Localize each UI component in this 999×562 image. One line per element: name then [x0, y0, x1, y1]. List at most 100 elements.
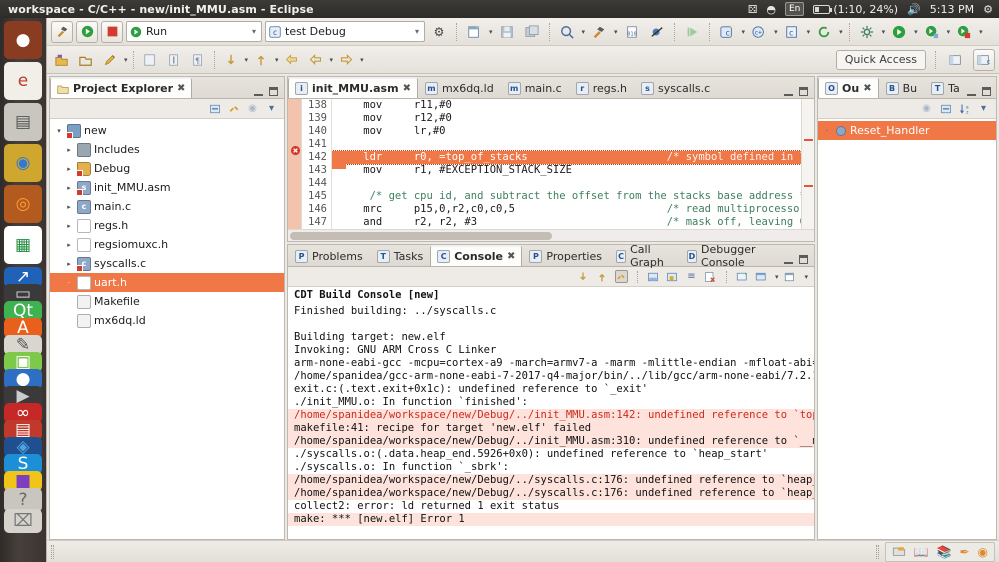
- clock[interactable]: 5:13 PM: [930, 3, 974, 16]
- view-menu-icon[interactable]: ▾: [977, 102, 990, 115]
- scroll-lock-icon[interactable]: [614, 270, 628, 283]
- tree-item-includes[interactable]: ▸ Includes: [50, 140, 284, 159]
- chevron-down-icon[interactable]: ▾: [582, 28, 586, 36]
- code-lines[interactable]: mov r11,#0 mov r12,#0 mov lr,#0 ldr r0, …: [332, 99, 801, 229]
- forward-icon[interactable]: [335, 49, 357, 71]
- previous-annotation-icon[interactable]: ¶: [187, 49, 209, 71]
- close-icon[interactable]: ✖: [863, 83, 871, 94]
- project-tree[interactable]: ▾ new ▸ Includes ▸ Debug ▸ s init_MMU.asm ▸ c main.…: [50, 119, 284, 539]
- launcher-item-google-chrome[interactable]: ◉: [4, 144, 42, 182]
- resource-perspective-icon[interactable]: 📖: [914, 545, 929, 559]
- maximize-icon[interactable]: [269, 87, 278, 96]
- tree-item-new[interactable]: ▾ new: [50, 121, 284, 140]
- view-menu-icon[interactable]: ▾: [265, 102, 278, 115]
- clear-console-icon[interactable]: [647, 270, 660, 283]
- new-console-icon[interactable]: [784, 270, 797, 283]
- launcher-item-libreoffice-calc[interactable]: ▦: [4, 226, 42, 264]
- gear-icon[interactable]: ⚙: [983, 4, 993, 15]
- chevron-down-icon[interactable]: ▾: [413, 27, 421, 36]
- cpp-perspective-icon[interactable]: ✒: [959, 545, 969, 559]
- chevron-down-icon[interactable]: ▾: [914, 28, 918, 36]
- pin-console-icon[interactable]: [755, 270, 768, 283]
- debug-icon[interactable]: [921, 21, 943, 43]
- unity-launcher[interactable]: ● e ▤ ◉ ◎ ▦ ↗ ▭ Qt A ✎ ▣ ● ▶ ∞ ▤ ◈ S ■? ⌧: [0, 18, 46, 562]
- volume-icon[interactable]: 🔊: [907, 4, 921, 15]
- lock-scroll-icon[interactable]: [666, 270, 679, 283]
- tab-main-c[interactable]: m main.c: [501, 77, 569, 98]
- close-icon[interactable]: ✖: [403, 83, 411, 94]
- expand-arrow-icon[interactable]: ▸: [64, 241, 74, 249]
- expand-arrow-icon[interactable]: ▸: [64, 146, 74, 154]
- tab-debugger-console[interactable]: D Debugger Console: [680, 243, 784, 269]
- tree-item-main-c[interactable]: ▸ c main.c: [50, 197, 284, 216]
- tree-item-debug[interactable]: ▸ Debug: [50, 159, 284, 178]
- run-icon[interactable]: [888, 21, 910, 43]
- chevron-down-icon[interactable]: ▾: [807, 28, 811, 36]
- tab-project-explorer[interactable]: Project Explorer ✖: [50, 77, 193, 98]
- editor-horizontal-scrollbar[interactable]: [288, 229, 814, 241]
- tree-item-mx6dq-ld[interactable]: mx6dq.ld: [50, 311, 284, 330]
- new-file-icon[interactable]: [463, 21, 485, 43]
- tree-item-init-mmu-asm[interactable]: ▸ s init_MMU.asm: [50, 178, 284, 197]
- word-wrap-icon[interactable]: ≡: [685, 270, 698, 283]
- bluetooth-icon[interactable]: ⚄: [748, 4, 758, 15]
- editor-tabbar[interactable]: i init_MMU.asm ✖ m mx6dq.ld m main.c r regs.h s sy…: [288, 77, 814, 99]
- stop-button[interactable]: [101, 20, 123, 43]
- chevron-down-icon[interactable]: ▾: [742, 28, 746, 36]
- display-console-icon[interactable]: [736, 270, 749, 283]
- chevron-down-icon[interactable]: ▾: [614, 28, 618, 36]
- launcher-item-files-nautilus[interactable]: ▤: [4, 103, 42, 141]
- run-button[interactable]: [76, 20, 98, 43]
- chevron-down-icon[interactable]: ▾: [360, 56, 364, 64]
- tree-item-uart-h[interactable]: · h uart.h: [50, 273, 284, 292]
- code-line[interactable]: /* get cpu id, and subtract the offset f…: [332, 190, 801, 203]
- expand-arrow-icon[interactable]: ▾: [54, 127, 64, 135]
- build-hammer-button[interactable]: [51, 20, 73, 43]
- perspective-switcher[interactable]: 📖 📚 ✒ ◉: [884, 541, 995, 562]
- tab-syscalls-c[interactable]: s syscalls.c: [634, 77, 717, 98]
- build-settings-icon[interactable]: [856, 21, 878, 43]
- tab-ta[interactable]: T Ta: [924, 77, 967, 98]
- open-perspective-icon[interactable]: [51, 49, 73, 71]
- code-line[interactable]: [332, 138, 801, 151]
- code-line[interactable]: ldr r0, =top_of_stacks /* symbol defined…: [332, 150, 801, 165]
- expand-arrow-icon[interactable]: ▸: [64, 203, 74, 211]
- launch-mode-combo[interactable]: Run ▾: [126, 21, 262, 42]
- link-with-editor-icon[interactable]: [227, 102, 240, 115]
- back-alt-icon[interactable]: [305, 49, 327, 71]
- tab-console[interactable]: C Console ✖: [430, 245, 523, 266]
- chevron-down-icon[interactable]: ▾: [124, 56, 128, 64]
- annotation-ruler[interactable]: [288, 99, 302, 229]
- chevron-down-icon[interactable]: ▾: [330, 56, 334, 64]
- outline-tree[interactable]: · Reset_Handler: [818, 119, 996, 539]
- scroll-up-icon[interactable]: [596, 270, 609, 283]
- expand-arrow-icon[interactable]: ▸: [64, 165, 74, 173]
- sort-az-icon[interactable]: az: [958, 102, 971, 115]
- build-hammer-icon[interactable]: [588, 21, 610, 43]
- new-perspective-icon[interactable]: [945, 49, 967, 71]
- tree-item-regsiomuxc-h[interactable]: ▸ h regsiomuxc.h: [50, 235, 284, 254]
- search-icon[interactable]: [556, 21, 578, 43]
- tab-ou[interactable]: O Ou ✖: [818, 77, 879, 98]
- keyboard-layout-indicator[interactable]: En: [784, 2, 805, 16]
- chevron-down-icon[interactable]: ▾: [947, 28, 951, 36]
- battery-indicator[interactable]: (1:10, 24%): [813, 3, 898, 16]
- focus-icon[interactable]: ◉: [246, 102, 259, 115]
- scroll-down-icon[interactable]: [577, 270, 590, 283]
- chevron-down-icon[interactable]: ▾: [839, 28, 843, 36]
- code-line[interactable]: mov lr,#0: [332, 125, 801, 138]
- collapse-all-icon[interactable]: [939, 102, 952, 115]
- tree-item-regs-h[interactable]: ▸ h regs.h: [50, 216, 284, 235]
- launcher-item-firefox[interactable]: ◎: [4, 185, 42, 223]
- c-cpp-perspective-icon[interactable]: c: [973, 48, 995, 71]
- chevron-down-icon[interactable]: ▾: [275, 56, 279, 64]
- tree-item-syscalls-c[interactable]: ▸ c syscalls.c: [50, 254, 284, 273]
- minimize-icon[interactable]: [784, 256, 793, 264]
- resume-icon[interactable]: [681, 21, 703, 43]
- launcher-item-evince-pdf-viewer[interactable]: e: [4, 62, 42, 100]
- maximize-icon[interactable]: [799, 255, 808, 264]
- back-icon[interactable]: [281, 49, 303, 71]
- binary-icon[interactable]: 010: [621, 21, 643, 43]
- open-type-icon[interactable]: [75, 49, 97, 71]
- save-icon[interactable]: [496, 21, 518, 43]
